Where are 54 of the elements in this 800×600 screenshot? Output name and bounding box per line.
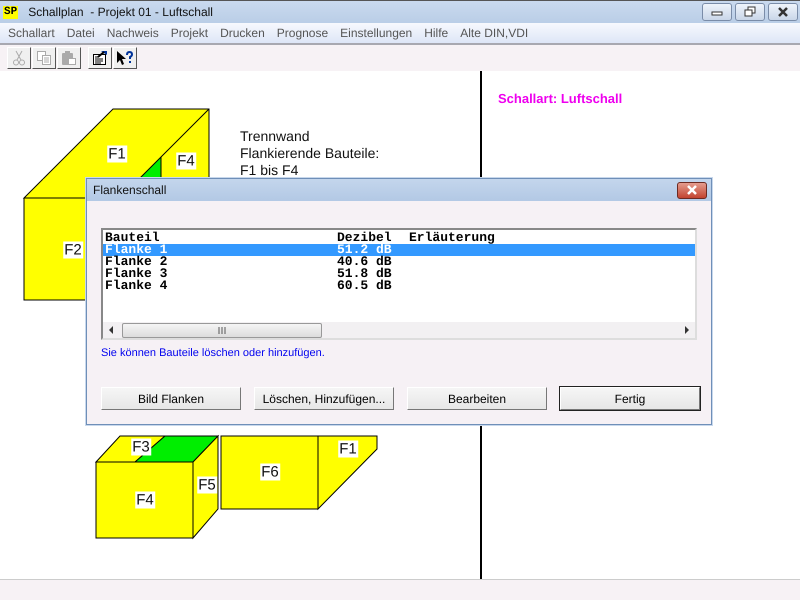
menu-item[interactable]: Drucken <box>214 26 271 40</box>
face-label: F3 <box>131 438 151 456</box>
face-label: F6 <box>260 464 280 480</box>
menu-item[interactable]: Alte DIN,VDI <box>454 26 534 40</box>
grip-icon <box>218 326 226 334</box>
list-row[interactable]: Flanke 2 40.6 dB <box>103 256 695 268</box>
menu-item[interactable]: Einstellungen <box>334 26 418 40</box>
menu-item[interactable]: Projekt <box>164 26 214 40</box>
close-icon <box>777 7 789 17</box>
description-text: Trennwand <box>240 128 311 145</box>
horizontal-scrollbar[interactable] <box>103 322 695 338</box>
close-button[interactable] <box>768 3 798 21</box>
dialog-button[interactable]: Fertig <box>560 387 700 410</box>
column-header[interactable]: Erläuterung <box>409 232 695 244</box>
description-text: F1 bis F4 <box>240 162 300 179</box>
restore-icon <box>744 6 756 18</box>
face-label: F2 <box>63 242 83 258</box>
restore-button[interactable] <box>735 3 765 21</box>
menu-item[interactable]: Nachweis <box>100 26 165 40</box>
hint-text: Sie können Bauteile löschen oder hinzufügen. <box>101 347 326 359</box>
column-header[interactable]: Bauteil <box>105 232 337 244</box>
face-label: F5 <box>197 476 217 494</box>
list-row[interactable]: Flanke 4 60.5 dB <box>103 280 695 292</box>
dialog-button[interactable]: Löschen, Hinzufügen... <box>254 387 394 410</box>
menu-item[interactable]: Prognose <box>270 26 334 40</box>
close-button[interactable] <box>677 182 707 198</box>
app-icon: SP <box>3 6 18 18</box>
dialog-button[interactable]: Bearbeiten <box>407 387 547 410</box>
minimize-button[interactable] <box>702 3 732 21</box>
menu-item[interactable]: Schallart <box>2 26 61 40</box>
face-label: F1 <box>107 146 127 162</box>
dialog-title: Flankenschall <box>93 183 166 197</box>
toolbar-button[interactable] <box>113 47 137 69</box>
face-label: F4 <box>176 152 196 170</box>
menu-item[interactable]: Datei <box>60 26 101 40</box>
right-arrow-icon <box>684 326 690 334</box>
scissors-icon <box>11 50 27 66</box>
menu-item[interactable]: Hilfe <box>418 26 454 40</box>
window-title: Schallplan - Projekt 01 - Luftschall <box>28 5 213 19</box>
face-label: F4 <box>135 492 155 508</box>
column-header[interactable]: Dezibel <box>337 232 409 244</box>
scrollbar-thumb[interactable] <box>122 322 322 338</box>
left-arrow-icon <box>108 326 114 334</box>
face-label: F1 <box>338 440 358 458</box>
panel-heading: Schallart: Luftschall <box>498 91 624 106</box>
list-row[interactable]: Flanke 3 51.8 dB <box>103 268 695 280</box>
help-pointer-icon <box>116 50 134 66</box>
toolbar-button[interactable] <box>88 47 112 69</box>
copy-icon <box>36 50 52 66</box>
close-icon <box>686 185 698 195</box>
properties-icon <box>92 50 108 66</box>
description-text: Flankierende Bauteile: <box>240 145 380 162</box>
dialog-button[interactable]: Bild Flanken <box>101 387 241 410</box>
clipboard-icon <box>61 50 77 66</box>
